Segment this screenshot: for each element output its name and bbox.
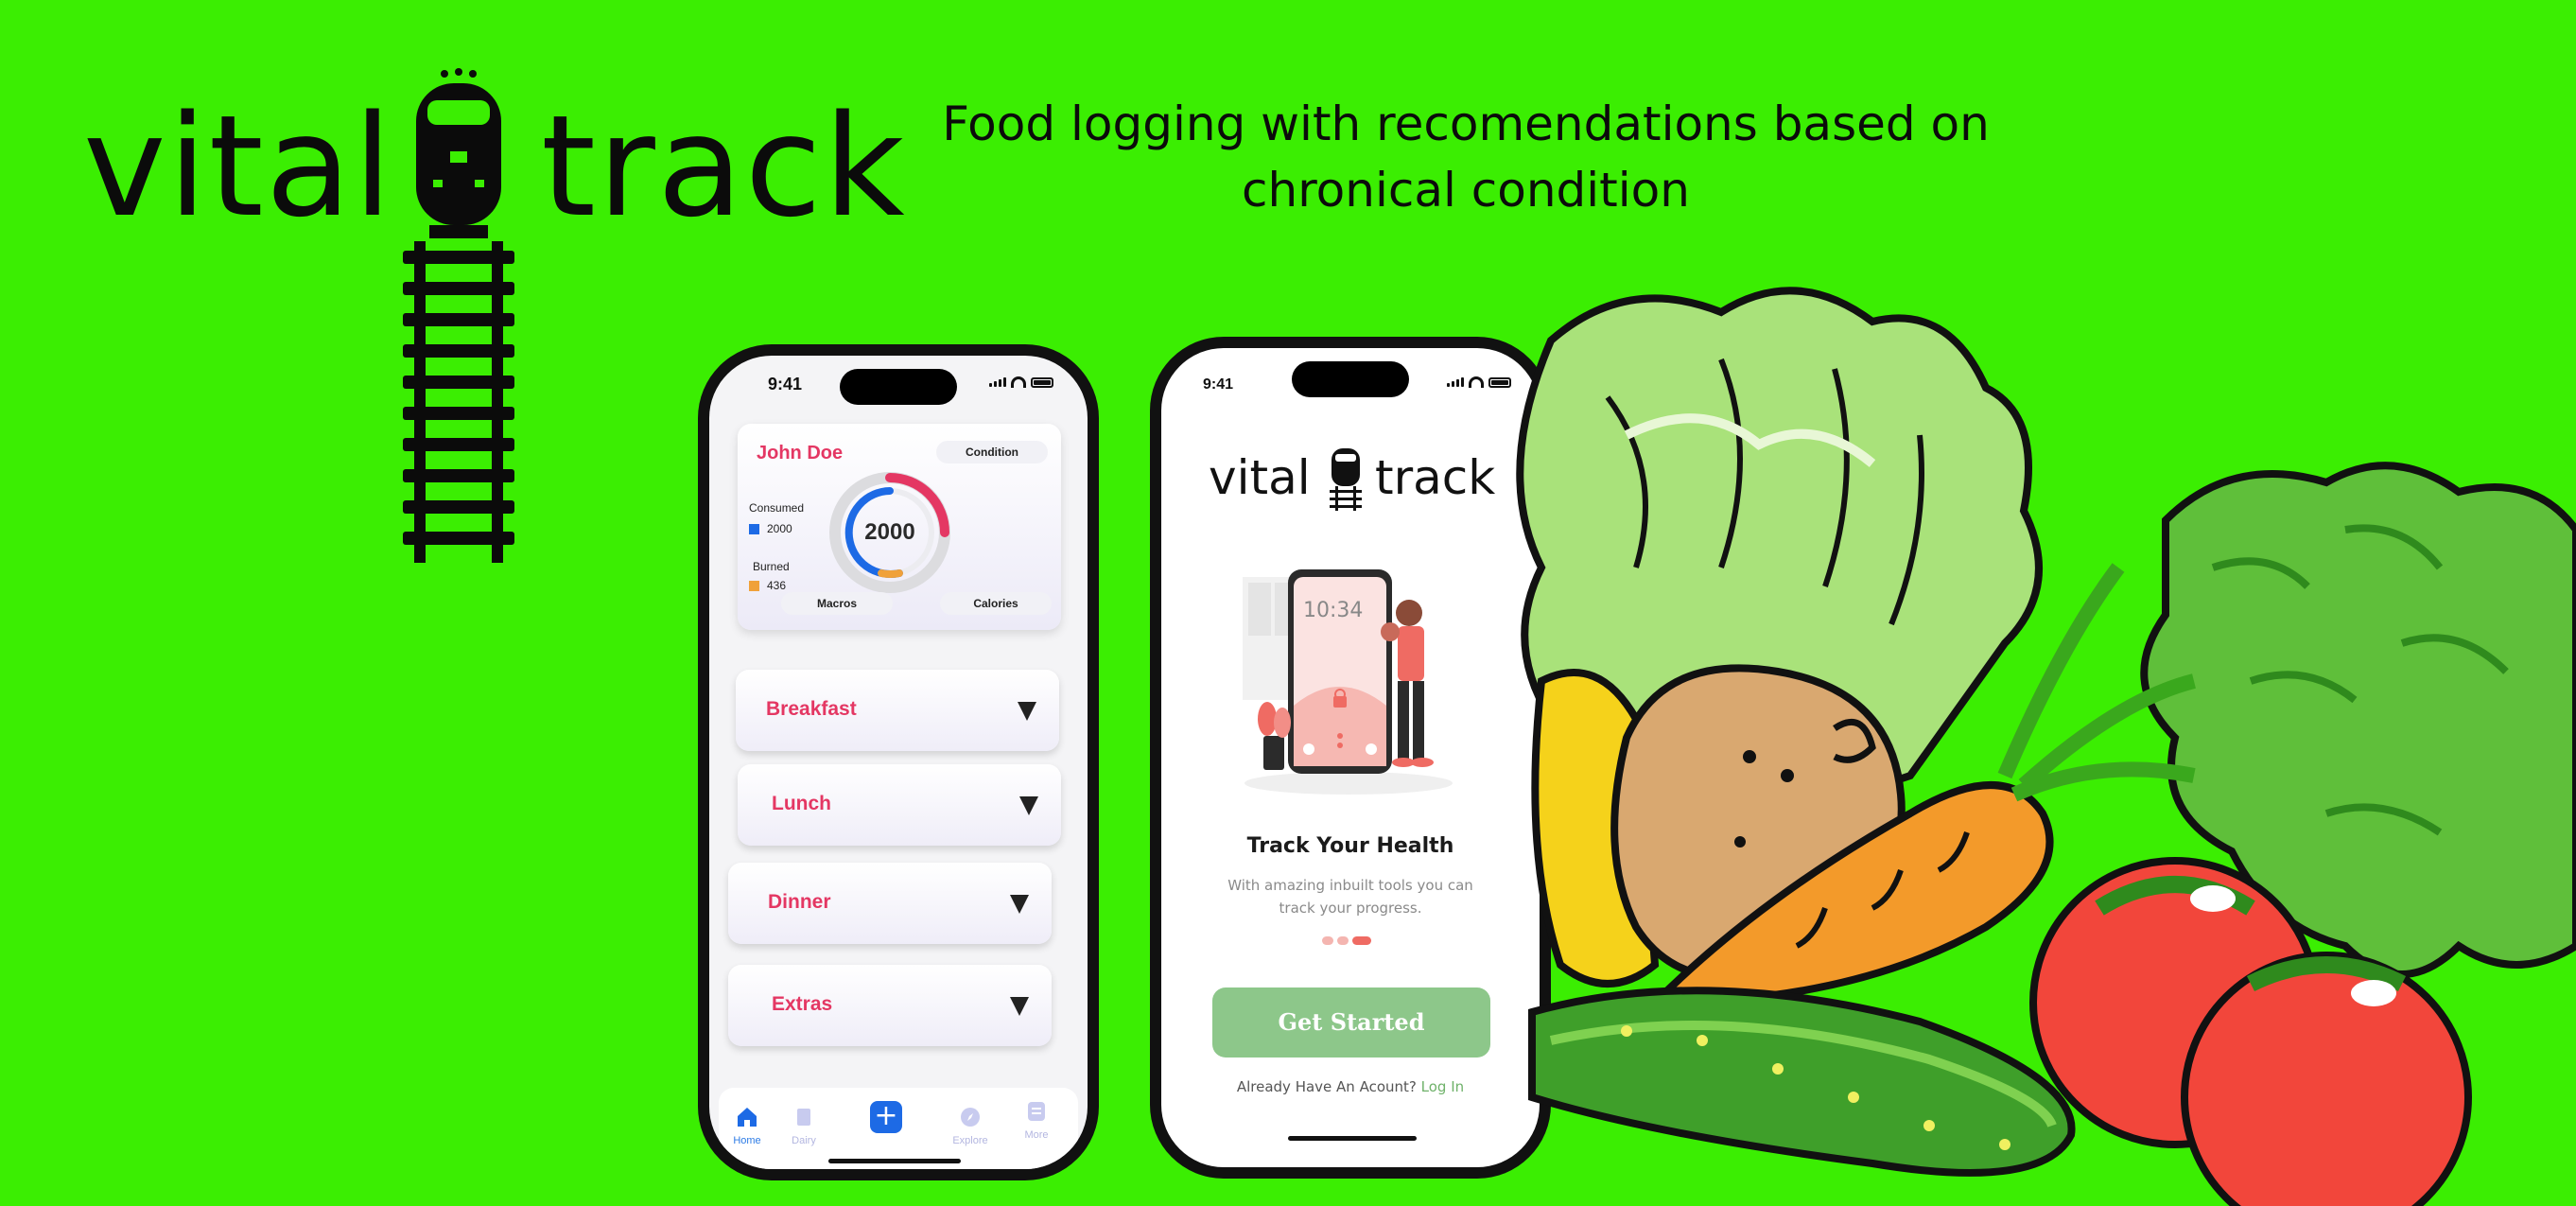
- train-on-tracks-icon: [403, 68, 514, 563]
- bottom-tab-bar: Home Dairy + Explore More: [719, 1088, 1078, 1169]
- tagline: Food logging with recomendations based o…: [908, 91, 2024, 223]
- macros-button[interactable]: Macros: [781, 592, 893, 615]
- burned-swatch: [749, 580, 759, 591]
- chevron-down-icon: [1018, 702, 1036, 721]
- wifi-icon: [1469, 376, 1484, 388]
- consumed-value: 2000: [749, 522, 792, 535]
- meal-extras[interactable]: Extras: [728, 965, 1052, 1046]
- wifi-icon: [1011, 376, 1026, 388]
- add-entry-button[interactable]: +: [870, 1101, 902, 1133]
- chevron-down-icon: [1019, 796, 1038, 815]
- home-indicator: [1288, 1136, 1417, 1141]
- calorie-summary-card: John Doe Condition Consumed 2000 Burned …: [738, 424, 1061, 630]
- meal-dinner[interactable]: Dinner: [728, 863, 1052, 944]
- book-icon: [797, 1109, 810, 1126]
- tab-explore[interactable]: Explore: [942, 1105, 999, 1146]
- condition-button[interactable]: Condition: [936, 441, 1048, 463]
- home-icon: [738, 1108, 757, 1127]
- tab-home[interactable]: Home: [719, 1105, 775, 1146]
- page-dot: [1322, 936, 1333, 945]
- meal-label: Extras: [772, 993, 833, 1015]
- consumed-label: Consumed: [749, 501, 805, 515]
- health-tracking-illustration: 10:34: [1243, 569, 1453, 795]
- tab-label: Dairy: [792, 1135, 816, 1146]
- battery-icon: [1031, 376, 1053, 388]
- page-indicator: [1322, 936, 1371, 945]
- meal-label: Dinner: [768, 891, 831, 913]
- dashboard-screen: 9:41 John Doe Condition Consumed 2000 Bu…: [709, 356, 1088, 1169]
- page-dot: [1337, 936, 1349, 945]
- user-name: John Doe: [757, 443, 844, 463]
- tab-label: More: [1024, 1129, 1049, 1141]
- burned-value: 436: [749, 579, 786, 592]
- compass-icon: [961, 1108, 980, 1127]
- dynamic-island: [1292, 361, 1409, 397]
- signal-icon: [1447, 377, 1464, 387]
- brand-word-vital: vital: [83, 85, 394, 248]
- onboarding-subtitle: With amazing inbuilt tools you can track…: [1227, 877, 1473, 917]
- onboarding-screen: 9:41 vital track 10:34 Track Your Health…: [1161, 348, 1540, 1167]
- svg-text:10:34: 10:34: [1303, 599, 1363, 622]
- onboarding-title: Track Your Health: [1246, 834, 1454, 858]
- app-logo: vital track: [1209, 443, 1515, 518]
- meal-label: Lunch: [772, 793, 831, 814]
- tagline-line-1: Food logging with recomendations based o…: [942, 96, 1990, 151]
- brand-word-track: track: [541, 85, 907, 248]
- burned-label: Burned: [753, 560, 790, 573]
- dashboard-phone: 9:41 John Doe Condition Consumed 2000 Bu…: [698, 344, 1099, 1180]
- vegetables-illustration: [1516, 287, 2576, 1206]
- status-icons: [1447, 376, 1511, 388]
- login-prompt-text: Already Have An Acount?: [1236, 1078, 1417, 1095]
- meal-breakfast[interactable]: Breakfast: [736, 670, 1059, 751]
- tab-dairy[interactable]: Dairy: [775, 1105, 832, 1146]
- ring-value: 2000: [864, 519, 915, 545]
- login-prompt: Already Have An Acount? Log In: [1161, 1078, 1540, 1095]
- tab-label: Home: [733, 1135, 761, 1146]
- plus-icon: +: [874, 1099, 898, 1132]
- dynamic-island: [840, 369, 957, 405]
- chevron-down-icon: [1010, 895, 1029, 914]
- home-indicator: [828, 1159, 961, 1163]
- tab-label: Explore: [952, 1135, 988, 1146]
- chevron-down-icon: [1010, 997, 1029, 1016]
- meal-lunch[interactable]: Lunch: [738, 764, 1061, 846]
- onboarding-phone: 9:41 vital track 10:34 Track Your Health…: [1150, 337, 1551, 1179]
- meal-label: Breakfast: [766, 698, 857, 720]
- burned-number: 436: [767, 579, 787, 592]
- signal-icon: [989, 377, 1006, 387]
- list-icon: [1028, 1102, 1045, 1121]
- status-time: 9:41: [768, 375, 803, 393]
- consumed-number: 2000: [767, 522, 792, 535]
- battery-icon: [1488, 376, 1511, 388]
- train-icon: [1330, 448, 1362, 511]
- get-started-button[interactable]: Get Started: [1212, 988, 1490, 1057]
- calories-button[interactable]: Calories: [940, 592, 1052, 615]
- app-logo-word-vital: vital: [1209, 450, 1311, 505]
- consumed-swatch: [749, 523, 759, 534]
- app-logo-word-track: track: [1375, 450, 1496, 505]
- page-dot-active: [1352, 936, 1371, 945]
- login-link[interactable]: Log In: [1421, 1078, 1465, 1095]
- tagline-line-2: chronical condition: [1242, 163, 1690, 218]
- tab-more[interactable]: More: [1008, 1099, 1065, 1141]
- status-icons: [989, 376, 1053, 388]
- status-time: 9:41: [1203, 376, 1234, 393]
